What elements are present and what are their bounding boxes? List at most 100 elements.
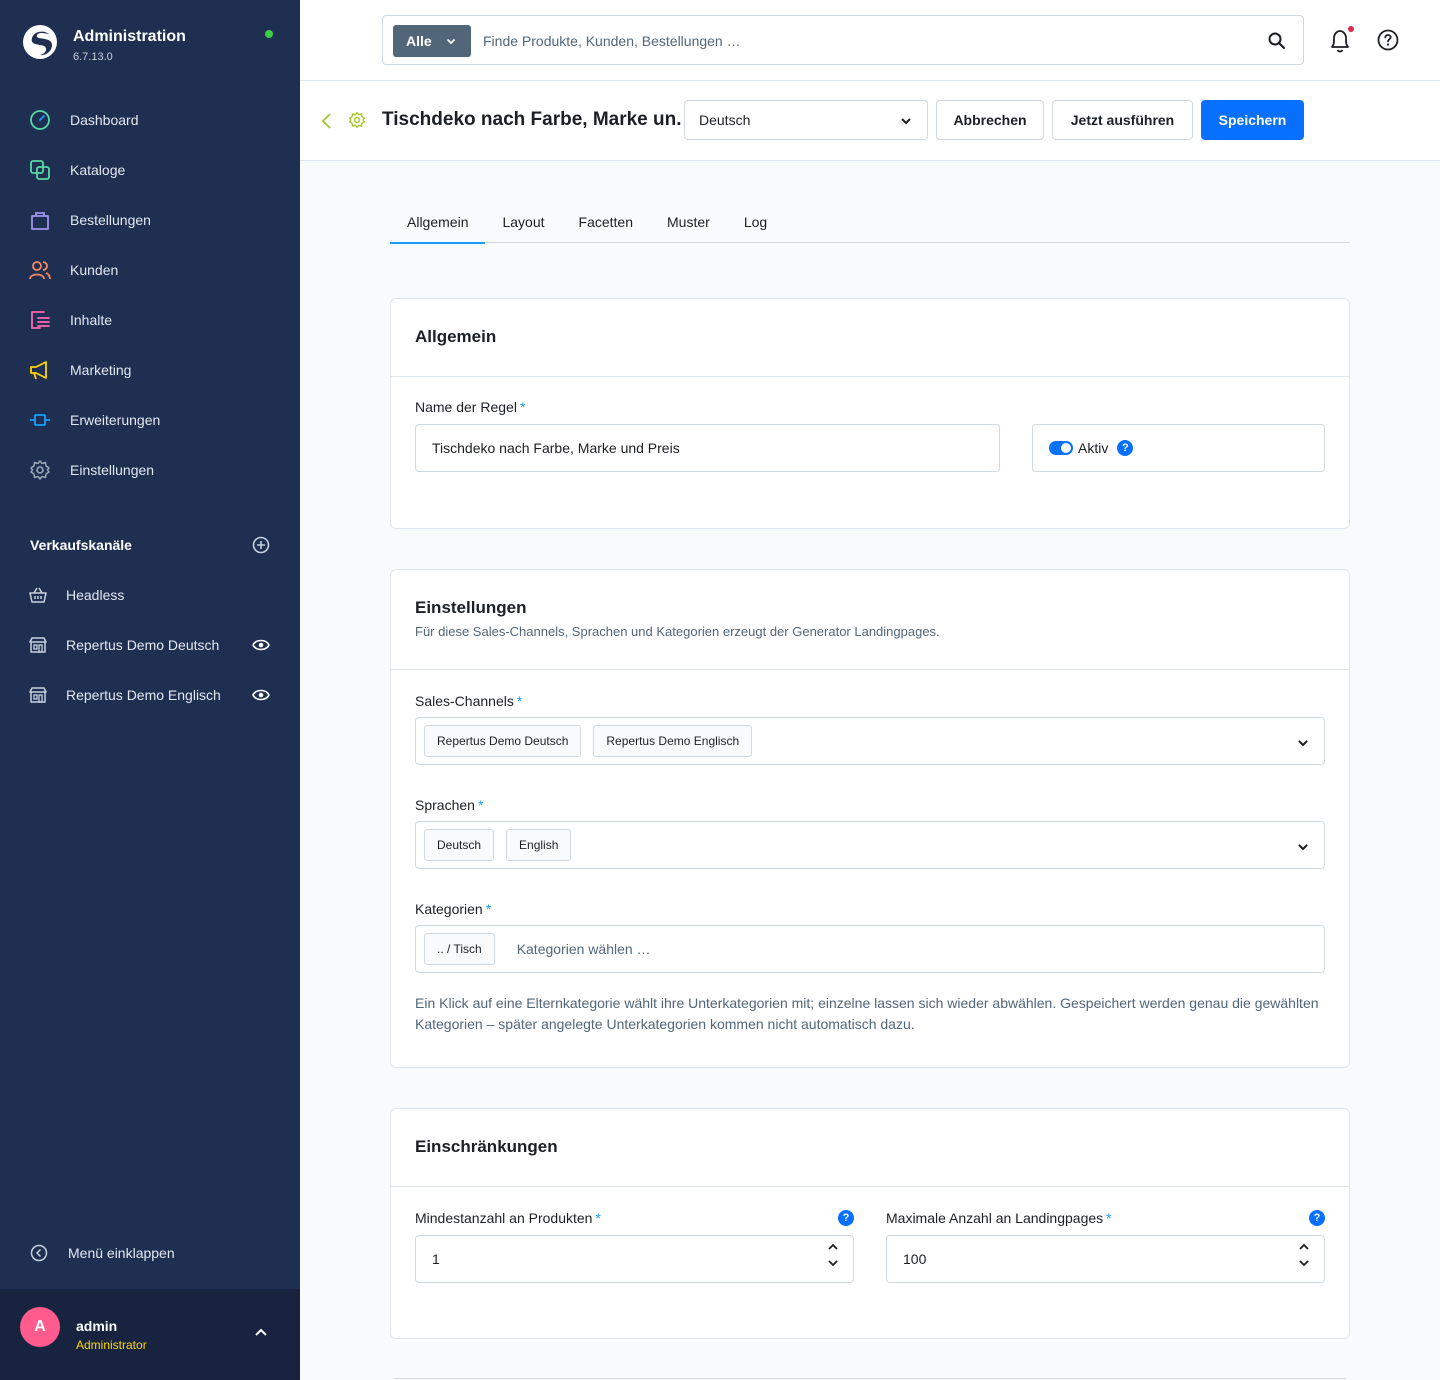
- sales-channel-repertus-demo-deutsch[interactable]: Repertus Demo Deutsch: [0, 620, 300, 670]
- sales-channel-repertus-demo-englisch[interactable]: Repertus Demo Englisch: [0, 670, 300, 720]
- chevron-up-icon[interactable]: [254, 1327, 268, 1337]
- chevron-down-icon: [446, 38, 456, 45]
- min-products-label-text: Mindestanzahl an Produkten: [415, 1210, 593, 1226]
- categories-select[interactable]: .. / Tisch Kategorien wählen …: [415, 925, 1325, 973]
- languages-label: Sprachen *: [415, 797, 484, 813]
- cancel-button[interactable]: Abbrechen: [936, 100, 1044, 140]
- max-landingpages-label: Maximale Anzahl an Landingpages *: [886, 1210, 1112, 1226]
- card-title: Einschränkungen: [415, 1137, 558, 1156]
- brand-version: 6.7.13.0: [73, 51, 113, 63]
- general-card: Allgemein Name der Regel * Tischdeko nach…: [390, 298, 1350, 529]
- main-nav: Dashboard Kataloge Bestellungen Kunden I…: [0, 95, 300, 495]
- search-input[interactable]: [483, 25, 1243, 57]
- nav-label: Kataloge: [70, 162, 126, 178]
- save-button[interactable]: Speichern: [1201, 100, 1304, 140]
- number-stepper: [1298, 1242, 1310, 1268]
- help-question-icon[interactable]: ?: [1117, 440, 1134, 456]
- card-title: Einstellungen: [415, 598, 527, 617]
- page-title: Tischdeko nach Farbe, Marke un...: [382, 109, 682, 130]
- decrement-chevron-down-icon[interactable]: [827, 1258, 839, 1268]
- nav-label: Erweiterungen: [70, 412, 161, 428]
- add-circle-icon[interactable]: [252, 536, 270, 554]
- nav-item-dashboard[interactable]: Dashboard: [0, 95, 300, 145]
- nav-item-kataloge[interactable]: Kataloge: [0, 145, 300, 195]
- sidebar: Administration 6.7.13.0 Dashboard Katalo…: [0, 0, 300, 1380]
- nav-item-inhalte[interactable]: Inhalte: [0, 295, 300, 345]
- language-select[interactable]: Deutsch: [684, 100, 928, 140]
- tab-allgemein[interactable]: Allgemein: [390, 200, 486, 244]
- selected-tag[interactable]: .. / Tisch: [424, 933, 495, 965]
- tab-layout[interactable]: Layout: [485, 200, 561, 243]
- rule-name-input[interactable]: Tischdeko nach Farbe, Marke und Preis: [415, 424, 1000, 472]
- card-header: Allgemein: [391, 299, 1349, 377]
- collapse-menu-button[interactable]: Menü einklappen: [30, 1244, 175, 1262]
- nav-label: Inhalte: [70, 312, 113, 328]
- status-indicator: [265, 30, 273, 38]
- min-products-input[interactable]: 1: [415, 1235, 854, 1283]
- nav-label: Kunden: [70, 262, 119, 278]
- brand[interactable]: Administration 6.7.13.0: [22, 24, 186, 64]
- nav-item-bestellungen[interactable]: Bestellungen: [0, 195, 300, 245]
- sales-channel-label: Repertus Demo Deutsch: [66, 637, 220, 653]
- tab-facetten[interactable]: Facetten: [562, 200, 650, 243]
- back-chevron-icon[interactable]: [320, 112, 334, 130]
- selected-tag[interactable]: Deutsch: [424, 829, 495, 861]
- nav-label: Einstellungen: [70, 462, 155, 478]
- tab-muster[interactable]: Muster: [650, 200, 727, 243]
- sales-channel-list: Headless Repertus Demo Deutsch Repertus …: [0, 570, 300, 720]
- decrement-chevron-down-icon[interactable]: [1298, 1258, 1310, 1268]
- customers-icon: [29, 259, 51, 281]
- run-now-button[interactable]: Jetzt ausführen: [1052, 100, 1193, 140]
- storefront-icon: [29, 637, 47, 653]
- sales-channel-label: Headless: [66, 587, 125, 603]
- eye-icon[interactable]: [252, 637, 270, 653]
- chevron-down-icon: [901, 118, 911, 125]
- dashboard-icon: [29, 109, 51, 131]
- min-products-value: 1: [432, 1251, 440, 1267]
- catalog-icon: [29, 159, 51, 181]
- sales-channels-title: Verkaufskanäle: [30, 537, 132, 553]
- active-toggle[interactable]: [1049, 441, 1073, 455]
- smart-bar: Tischdeko nach Farbe, Marke un... Deutsc…: [300, 81, 1440, 161]
- nav-item-marketing[interactable]: Marketing: [0, 345, 300, 395]
- storefront-icon: [29, 687, 47, 703]
- max-landingpages-input[interactable]: 100: [886, 1235, 1325, 1283]
- number-stepper: [827, 1242, 839, 1268]
- selected-tag[interactable]: Repertus Demo Englisch: [593, 725, 753, 757]
- chevron-left-circle-icon: [30, 1244, 48, 1262]
- tab-log[interactable]: Log: [727, 200, 784, 243]
- content-icon: [29, 309, 51, 331]
- eye-icon[interactable]: [252, 687, 270, 703]
- language-select-value: Deutsch: [699, 112, 751, 128]
- nav-item-erweiterungen[interactable]: Erweiterungen: [0, 395, 300, 445]
- search-icon[interactable]: [1267, 31, 1287, 51]
- search-type-label: Alle: [406, 33, 432, 49]
- sales-channel-label: Repertus Demo Englisch: [66, 687, 221, 703]
- card-header: Einschränkungen: [391, 1109, 1349, 1187]
- help-icon[interactable]: [1377, 29, 1399, 51]
- collapse-menu-label: Menü einklappen: [68, 1245, 175, 1261]
- selected-tag[interactable]: Repertus Demo Deutsch: [424, 725, 582, 757]
- nav-item-einstellungen[interactable]: Einstellungen: [0, 445, 300, 495]
- languages-select[interactable]: Deutsch English: [415, 821, 1325, 869]
- increment-chevron-up-icon[interactable]: [1298, 1242, 1310, 1252]
- extensions-icon: [29, 409, 51, 431]
- help-question-icon[interactable]: ?: [1309, 1210, 1325, 1226]
- user-profile[interactable]: A admin Administrator: [0, 1289, 300, 1380]
- search-type-filter[interactable]: Alle: [393, 25, 471, 57]
- active-toggle-field: Aktiv ?: [1032, 424, 1325, 472]
- basket-icon: [29, 587, 47, 603]
- nav-label: Bestellungen: [70, 212, 151, 228]
- settings-card: Einstellungen Für diese Sales-Channels, …: [390, 569, 1350, 1068]
- max-landingpages-label-text: Maximale Anzahl an Landingpages: [886, 1210, 1104, 1226]
- settings-gear-icon: [348, 111, 366, 129]
- sales-channels-select[interactable]: Repertus Demo Deutsch Repertus Demo Engl…: [415, 717, 1325, 765]
- sales-channel-headless[interactable]: Headless: [0, 570, 300, 620]
- increment-chevron-up-icon[interactable]: [827, 1242, 839, 1252]
- nav-item-kunden[interactable]: Kunden: [0, 245, 300, 295]
- selected-tag[interactable]: English: [506, 829, 572, 861]
- notification-bell-icon[interactable]: [1328, 28, 1352, 54]
- help-question-icon[interactable]: ?: [838, 1210, 854, 1226]
- categories-hint: Ein Klick auf eine Elternkategorie wählt…: [415, 995, 1319, 1032]
- next-card-edge: [394, 1378, 1346, 1379]
